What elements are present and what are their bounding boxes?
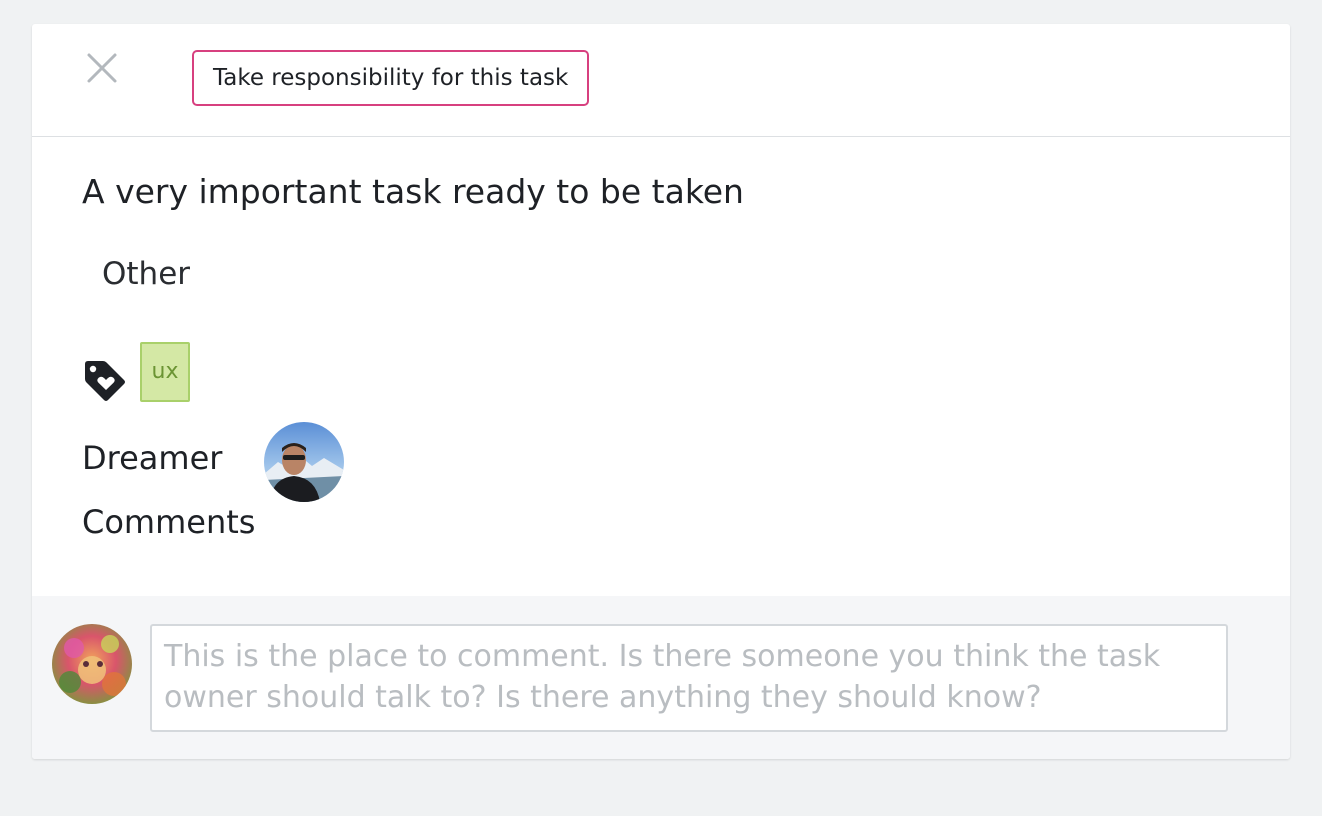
current-user-avatar-image: [52, 624, 132, 704]
take-responsibility-button[interactable]: Take responsibility for this task: [192, 50, 590, 106]
dreamer-label: Dreamer: [82, 439, 223, 477]
dreamer-avatar[interactable]: [264, 422, 344, 502]
current-user-avatar: [52, 624, 132, 704]
task-detail-panel: Take responsibility for this task A very…: [32, 24, 1290, 759]
tag-ux[interactable]: ux: [140, 342, 190, 402]
close-button[interactable]: [84, 50, 120, 86]
task-category: Other: [102, 256, 191, 292]
task-header: Take responsibility for this task: [32, 24, 1290, 137]
tag-heart-icon: [85, 361, 125, 401]
comments-label: Comments: [82, 503, 256, 541]
comment-composer: [32, 596, 1290, 759]
dreamer-avatar-image: [264, 422, 344, 502]
task-title: A very important task ready to be taken: [82, 172, 744, 211]
close-icon: [87, 53, 117, 83]
comment-input[interactable]: [150, 624, 1228, 732]
